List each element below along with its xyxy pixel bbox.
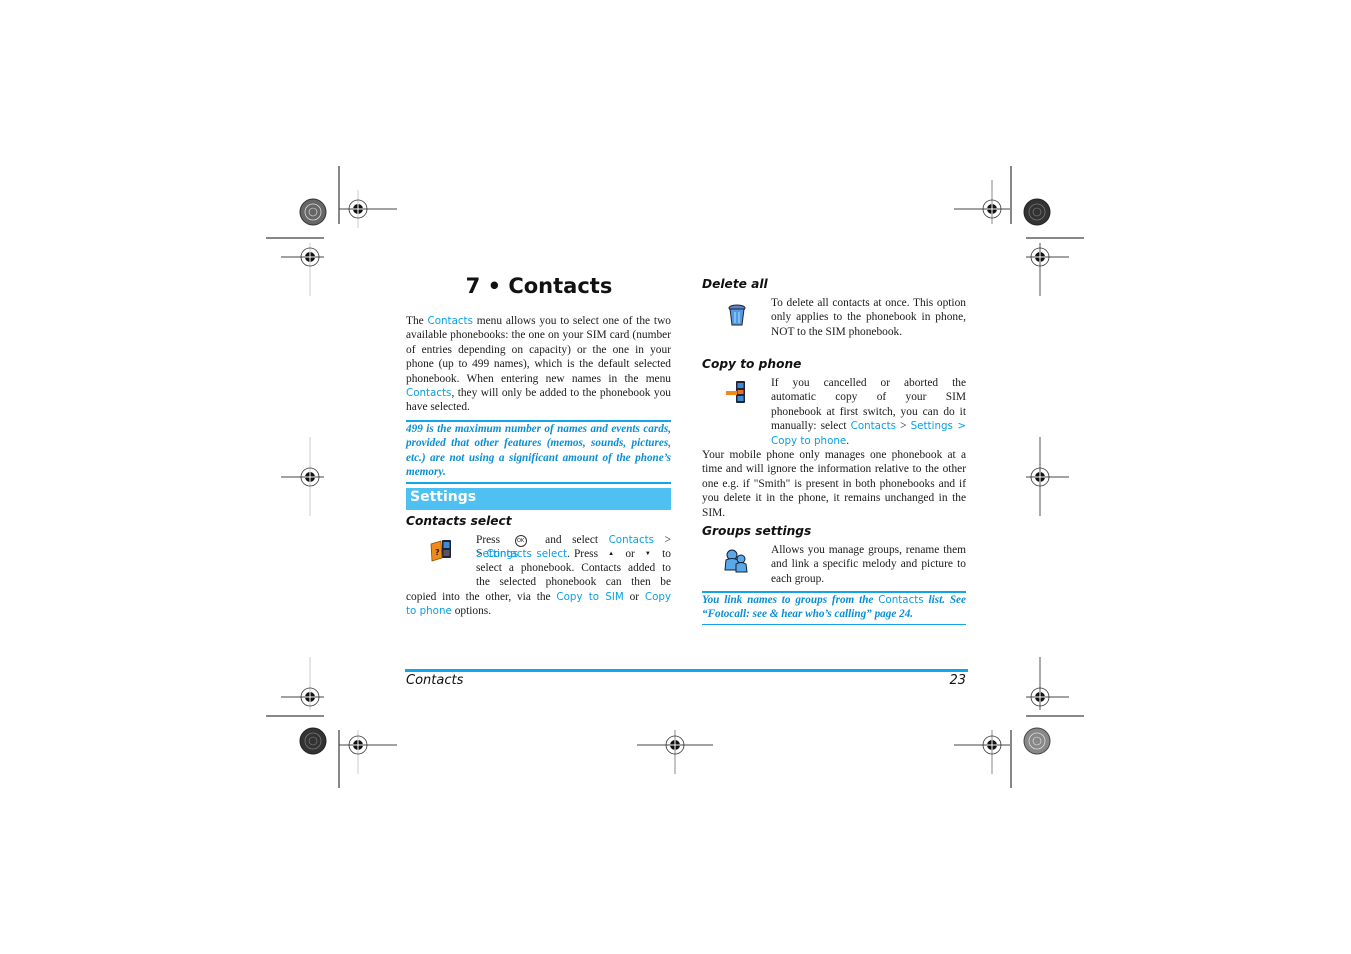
contacts-link[interactable]: Contacts — [428, 315, 473, 327]
subheading-groups-settings: Groups settings — [702, 524, 812, 538]
section-header-settings: Settings — [406, 488, 671, 510]
registration-marks — [266, 166, 1084, 788]
copy-to-phone-icon — [726, 381, 745, 403]
copy-to-phone-link[interactable]: Copy to phone — [771, 435, 846, 447]
groups-icon — [724, 549, 748, 573]
intro-text-1: The — [406, 315, 428, 327]
contacts-link[interactable]: Contacts — [609, 534, 654, 546]
subheading-delete-all: Delete all — [702, 277, 768, 291]
text: and select — [534, 534, 609, 546]
contacts-select-body: select a phonebook. Contacts added to th… — [406, 562, 672, 618]
copy-to-phone-paragraph: If you cancelled or aborted the automati… — [771, 377, 966, 447]
ok-key-icon: OK — [514, 535, 527, 547]
phonebook-info-paragraph: Your mobile phone only manages one phone… — [702, 449, 966, 519]
text: You link names to groups from the — [702, 594, 879, 606]
copy-to-sim-link[interactable]: Copy to SIM — [556, 591, 623, 603]
trash-icon — [728, 304, 746, 326]
groups-settings-paragraph: Allows you manage groups, rename them an… — [771, 544, 966, 585]
separator: > — [654, 534, 671, 546]
groups-note: You link names to groups from the Contac… — [702, 593, 966, 622]
chapter-title: 7 • Contacts — [465, 274, 613, 298]
page-number: 23 — [949, 673, 966, 688]
color-target-icon — [299, 198, 327, 226]
copy-to-phone-link[interactable]: to phone — [406, 605, 452, 617]
text: options. — [451, 605, 492, 618]
text: Press — [476, 534, 511, 546]
subheading-copy-to-phone: Copy to phone — [702, 357, 802, 371]
contacts-select-link[interactable]: Contacts select — [487, 548, 568, 560]
subheading-contacts-select: Contacts select — [406, 514, 512, 528]
delete-all-paragraph: To delete all contacts at once. This opt… — [771, 297, 966, 338]
note2-bottom-rule — [702, 624, 966, 625]
separator: > — [476, 548, 487, 560]
note-bottom-rule — [406, 482, 671, 484]
svg-text:?: ? — [435, 548, 440, 557]
down-key-icon: ▼ — [644, 551, 653, 557]
contacts-link[interactable]: Contacts — [851, 420, 896, 432]
memory-note: 499 is the maximum number of names and e… — [406, 423, 671, 479]
contacts-select-paragraph-cont: > Contacts select. Press ▲ or ▼ to — [476, 548, 671, 560]
intro-paragraph: The Contacts menu allows you to select o… — [406, 314, 671, 415]
contacts-link[interactable]: Contacts — [878, 594, 923, 606]
up-key-icon: ▲ — [608, 551, 616, 557]
phonebook-icon: ? — [430, 540, 451, 562]
settings-link[interactable]: Settings > — [911, 420, 966, 432]
text: or — [621, 548, 639, 560]
section-title: Settings — [410, 489, 477, 505]
footer-section-name: Contacts — [406, 673, 464, 688]
contacts-link[interactable]: Contacts — [406, 387, 451, 399]
text: . Press — [567, 548, 603, 560]
footer-rule — [405, 669, 968, 672]
